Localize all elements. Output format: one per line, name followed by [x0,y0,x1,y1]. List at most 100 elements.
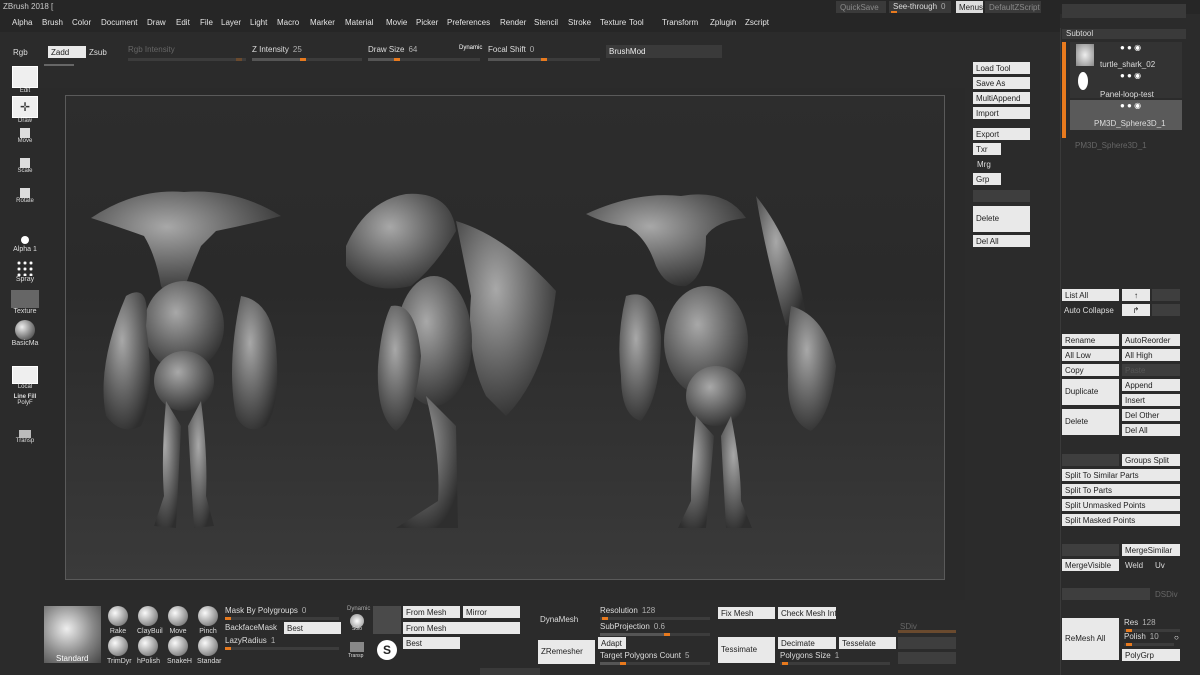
subtool-item[interactable]: turtle_shark_02 ● ● ◉ [1070,42,1182,70]
z-intensity-slider[interactable]: Z Intensity 25 [252,45,362,61]
document-canvas[interactable] [65,95,945,580]
insert-button[interactable]: Insert [1122,394,1180,406]
fix-mesh-button[interactable]: Fix Mesh [718,607,775,619]
transp-button[interactable]: Transp [12,430,38,444]
all-high-button[interactable]: All High [1122,349,1180,361]
brush-standard[interactable]: Standar [197,636,222,665]
brush-pinch[interactable]: Pinch [197,606,219,635]
higher-res-button[interactable] [898,652,956,664]
del-all-tool-button[interactable]: Del All [973,235,1030,247]
split-masked-button[interactable]: Split Masked Points [1062,514,1180,526]
split-unmasked-button[interactable]: Split Unmasked Points [1062,499,1180,511]
mask-by-polygroups-slider[interactable]: Mask By Polygroups 0 [225,606,339,620]
save-as-button[interactable]: Save As [973,77,1030,89]
local-button[interactable]: Local [12,366,38,390]
menu-light[interactable]: Light [250,18,267,27]
symmetry-icon[interactable]: S [377,640,397,660]
see-through-slider[interactable]: See-through 0 [889,1,951,13]
scale-button[interactable]: Scale [12,158,38,174]
dynamesh-button[interactable]: DynaMesh [540,615,578,624]
menu-zplugin[interactable]: Zplugin [710,18,736,27]
subprojection-slider[interactable]: SubProjection 0.6 [600,622,710,636]
menu-draw[interactable]: Draw [147,18,166,27]
check-mesh-button[interactable]: Check Mesh Int [778,607,836,619]
decimate-button[interactable]: Decimate [778,637,836,649]
append-button[interactable]: Append [1122,379,1180,391]
dsdiv-label[interactable]: DSDiv [1155,590,1178,599]
rename-button[interactable]: Rename [1062,334,1119,346]
visibility-eye-icon[interactable]: ● ● ◉ [1120,71,1141,80]
mrg-button[interactable]: Mrg [977,160,991,169]
zremesher-button[interactable]: ZRemesher [538,640,595,664]
rgb-toggle[interactable]: Rgb [13,48,28,57]
import-button[interactable]: Import [973,107,1030,119]
menu-color[interactable]: Color [72,18,91,27]
backface-best-select[interactable]: Best [284,622,341,634]
sdiv-slider[interactable] [898,630,956,633]
adapt-toggle[interactable]: Adapt [598,637,626,649]
subtool-scrollbar[interactable] [1062,42,1066,138]
res-slider[interactable]: Res 128 [1124,618,1180,632]
del-other-button[interactable]: Del Other [1122,409,1180,421]
texture-button[interactable]: Texture [10,290,40,315]
brush-snakehook[interactable]: SnakeH [167,636,192,665]
lower-res-button[interactable] [898,637,956,649]
copy-button[interactable]: Copy [1062,364,1119,376]
duplicate-button[interactable]: Duplicate [1062,379,1119,405]
delete-tool-button[interactable]: Delete [973,206,1030,232]
brushmod-slider[interactable]: BrushMod [606,45,722,58]
remesh-hidden-button[interactable] [1062,588,1150,600]
all-low-button[interactable]: All Low [1062,349,1119,361]
polish-circle-icon[interactable]: ○ [1174,633,1179,642]
subtool-header[interactable]: Subtool [1062,29,1186,39]
uv-toggle[interactable]: Uv [1155,561,1165,570]
default-zscript-button[interactable]: DefaultZScript [985,1,1041,13]
menu-marker[interactable]: Marker [310,18,335,27]
resolution-slider[interactable]: Resolution 128 [600,606,710,620]
remesh-all-button[interactable]: ReMesh All [1062,618,1119,660]
tesselate-button[interactable]: Tesselate [839,637,896,649]
del-all-subtool-button[interactable]: Del All [1122,424,1180,436]
menu-layer[interactable]: Layer [221,18,241,27]
merge-similar-button[interactable]: MergeSimilar [1122,544,1180,556]
brush-rake[interactable]: Rake [107,606,129,635]
subtool-item-selected[interactable]: PM3D_Sphere3D_1 ● ● ◉ [1070,100,1182,130]
backface-mask-toggle[interactable]: BackfaceMask [225,623,277,632]
lazy-radius-slider[interactable]: LazyRadius 1 [225,636,339,650]
transp-bottom-icon[interactable] [350,642,364,652]
menu-tool[interactable]: Tool [629,18,644,27]
menu-material[interactable]: Material [345,18,373,27]
from-mesh-2-button[interactable]: From Mesh [403,622,520,634]
alpha-button[interactable]: Alpha 1 [10,236,40,253]
menu-edit[interactable]: Edit [176,18,190,27]
move-up-icon[interactable]: ↑ [1122,289,1150,301]
menu-movie[interactable]: Movie [386,18,407,27]
delete-subtool-button[interactable]: Delete [1062,409,1119,435]
menu-brush[interactable]: Brush [42,18,63,27]
multi-append-button[interactable]: MultiAppend [973,92,1030,104]
polygons-size-slider[interactable]: Polygons Size 1 [780,651,890,665]
list-all-button[interactable]: List All [1062,289,1119,301]
subtool-item[interactable]: Panel-loop-test ● ● ◉ [1070,70,1182,99]
menu-macro[interactable]: Macro [277,18,299,27]
polish-slider[interactable]: Polish 10 [1124,632,1174,646]
zadd-toggle[interactable]: Zadd [48,46,86,58]
load-tool-button[interactable]: Load Tool [973,62,1030,74]
paste-button[interactable]: Paste [1122,364,1180,376]
menu-zscript[interactable]: Zscript [745,18,769,27]
auto-reorder-button[interactable]: AutoReorder [1122,334,1180,346]
line-fill-button[interactable]: Line Fill PolyF [10,394,40,406]
export-button[interactable]: Export [973,128,1030,140]
best-select[interactable]: Best [403,637,460,649]
draw-button[interactable]: ✛ Draw [12,96,38,124]
dynamic-toggle[interactable]: Dynamic [459,45,482,51]
auto-collapse-toggle[interactable]: Auto Collapse [1064,306,1114,315]
rotate-button[interactable]: Rotate [12,188,38,204]
weld-toggle[interactable]: Weld [1125,561,1143,570]
menu-render[interactable]: Render [500,18,526,27]
visibility-eye-icon[interactable]: ● ● ◉ [1120,43,1141,52]
move-down-icon[interactable] [1152,289,1180,301]
brush-claybuild[interactable]: ClayBuil [137,606,163,635]
menu-stencil[interactable]: Stencil [534,18,558,27]
edit-button[interactable]: Edit [12,66,38,94]
